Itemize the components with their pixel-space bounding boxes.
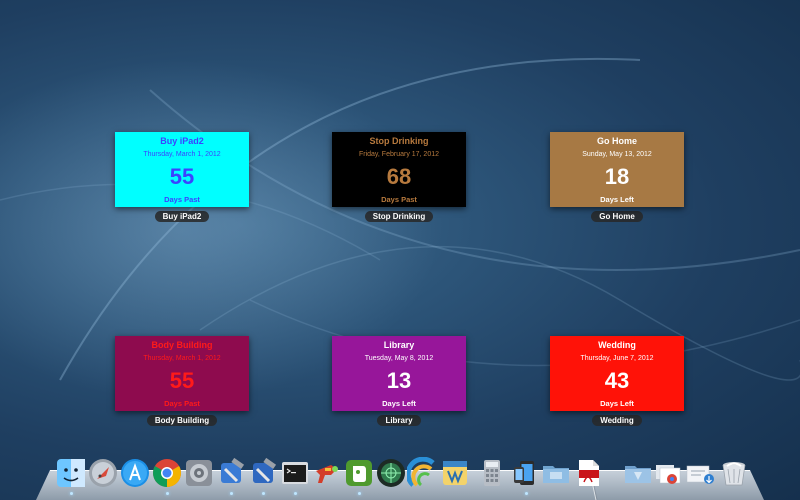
documents-stack-icon[interactable] — [652, 457, 684, 491]
istat-icon[interactable] — [407, 457, 439, 491]
applications-folder-icon[interactable] — [622, 457, 654, 491]
running-indicator — [358, 492, 361, 495]
evernote-icon[interactable] — [343, 457, 375, 491]
running-indicator — [262, 492, 265, 495]
system-preferences-icon[interactable] — [183, 457, 215, 491]
dock — [0, 0, 800, 500]
finder-icon[interactable] — [55, 457, 87, 491]
calendar-icon[interactable] — [439, 457, 471, 491]
ray-gun-icon[interactable] — [311, 457, 343, 491]
xcode-icon[interactable] — [247, 457, 279, 491]
running-indicator — [294, 492, 297, 495]
ios-simulator-icon[interactable] — [510, 457, 542, 491]
running-indicator — [525, 492, 528, 495]
app-store-icon[interactable] — [119, 457, 151, 491]
pdf-icon[interactable] — [572, 457, 604, 491]
trash-icon[interactable] — [718, 457, 750, 491]
xcode-icon[interactable] — [215, 457, 247, 491]
downloads-stack-icon[interactable] — [684, 457, 716, 491]
calculator-icon[interactable] — [476, 457, 508, 491]
instruments-icon[interactable] — [375, 457, 407, 491]
running-indicator — [166, 492, 169, 495]
folder-icon[interactable] — [540, 457, 572, 491]
launchpad-icon[interactable] — [87, 457, 119, 491]
chrome-icon[interactable] — [151, 457, 183, 491]
terminal-icon[interactable] — [279, 457, 311, 491]
running-indicator — [230, 492, 233, 495]
running-indicator — [70, 492, 73, 495]
